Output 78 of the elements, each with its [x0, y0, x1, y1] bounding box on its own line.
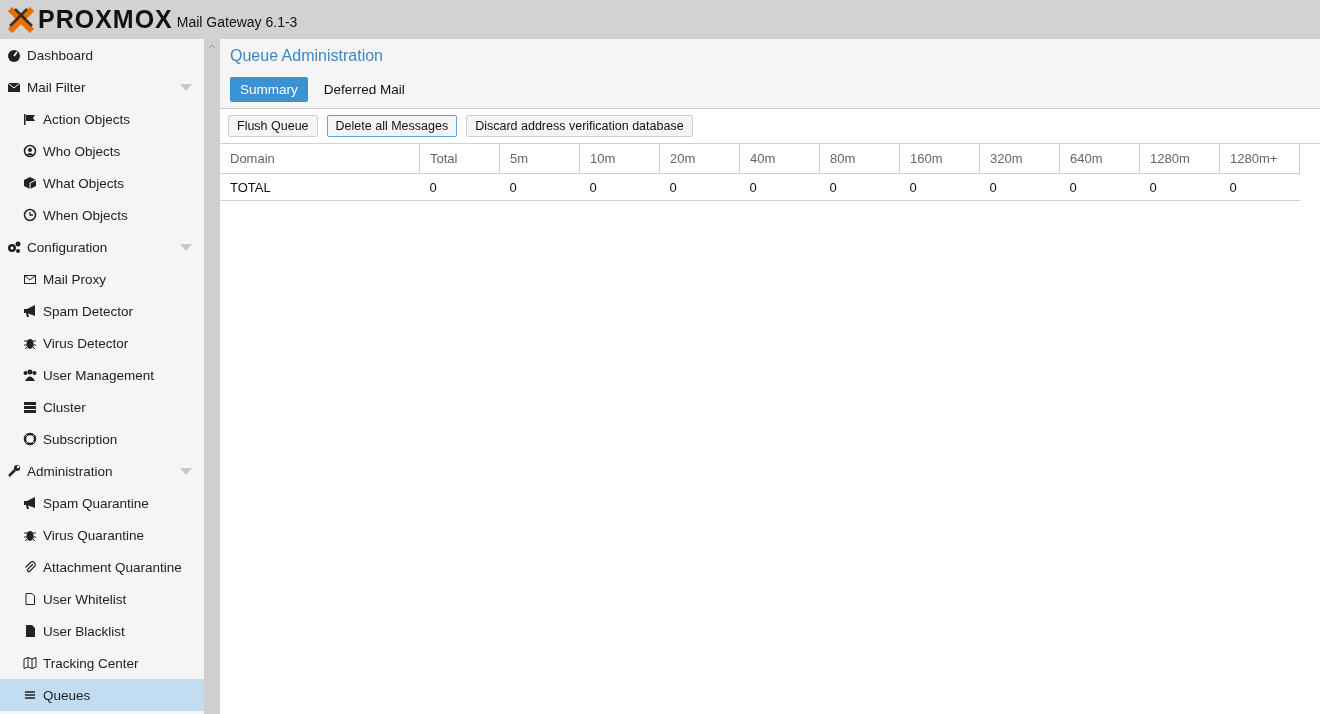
dashboard-icon	[7, 48, 21, 62]
column-header[interactable]: 160m	[899, 144, 980, 174]
sidebar-item[interactable]: Virus Detector	[0, 327, 204, 359]
column-header[interactable]: 1280m	[1139, 144, 1220, 174]
clock-icon	[23, 208, 37, 222]
column-header[interactable]: Domain	[220, 144, 420, 174]
table-cell: 0	[419, 173, 500, 201]
sidebar-item[interactable]: Who Objects	[0, 135, 204, 167]
sidebar-item[interactable]: Configuration	[0, 231, 204, 263]
sidebar-item[interactable]: What Objects	[0, 167, 204, 199]
column-header[interactable]: 640m	[1059, 144, 1140, 174]
megaphone-icon	[23, 304, 37, 318]
sidebar-item[interactable]: Spam Quarantine	[0, 487, 204, 519]
sidebar-item[interactable]: Administration	[0, 455, 204, 487]
sidebar-item[interactable]: Mail Filter	[0, 71, 204, 103]
table-cell: 0	[739, 173, 820, 201]
user-circle-icon	[23, 144, 37, 158]
envelope-outline-icon	[23, 272, 37, 286]
megaphone-icon	[23, 496, 37, 510]
sidebar-item[interactable]: User Whitelist	[0, 583, 204, 615]
caret-icon[interactable]	[180, 243, 192, 251]
bug-icon	[23, 528, 37, 542]
table-cell: 0	[659, 173, 740, 201]
caret-icon[interactable]	[180, 83, 192, 91]
wrench-icon	[7, 464, 21, 478]
sidebar-item[interactable]: User Management	[0, 359, 204, 391]
users-icon	[23, 368, 37, 382]
sidebar-item[interactable]: Mail Proxy	[0, 263, 204, 295]
column-header[interactable]: 40m	[739, 144, 820, 174]
bug-icon	[23, 336, 37, 350]
column-header[interactable]: 20m	[659, 144, 740, 174]
sidebar-item[interactable]: Tracking Center	[0, 647, 204, 679]
sidebar-item[interactable]: Action Objects	[0, 103, 204, 135]
file-icon	[23, 624, 37, 638]
toolbar-button[interactable]: Delete all Messages	[326, 115, 458, 137]
sidebar-item[interactable]: User Blacklist	[0, 615, 204, 647]
logo-icon	[8, 6, 34, 33]
panel-title: Queue Administration	[230, 47, 383, 65]
table-cell: 0	[499, 173, 580, 201]
column-header[interactable]: Total	[419, 144, 500, 174]
list-icon	[23, 688, 37, 702]
table-cell: 0	[819, 173, 900, 201]
product-name: Mail Gateway 6.1-3	[176, 13, 298, 30]
caret-icon[interactable]	[180, 467, 192, 475]
scrollbar[interactable]	[204, 39, 220, 714]
column-header[interactable]: 80m	[819, 144, 900, 174]
toolbar-button[interactable]: Discard address verification database	[466, 115, 693, 137]
cube-icon	[23, 176, 37, 190]
table-cell: 0	[1059, 173, 1140, 201]
sidebar-item[interactable]: Spam Detector	[0, 295, 204, 327]
map-icon	[23, 656, 37, 670]
sidebar-item[interactable]: Queues	[0, 679, 204, 711]
toolbar-button[interactable]: Flush Queue	[228, 115, 318, 137]
tab[interactable]: Deferred Mail	[313, 77, 415, 102]
lifebuoy-icon	[23, 432, 37, 446]
flag-icon	[23, 112, 37, 126]
sidebar-item[interactable]: When Objects	[0, 199, 204, 231]
column-header[interactable]: 10m	[579, 144, 660, 174]
paperclip-icon	[23, 560, 37, 574]
sidebar-item[interactable]: Dashboard	[0, 39, 204, 71]
column-header[interactable]: 320m	[979, 144, 1060, 174]
column-header[interactable]: 1280m+	[1219, 144, 1300, 174]
gears-icon	[7, 240, 21, 254]
table-cell: 0	[899, 173, 980, 201]
table-cell: TOTAL	[220, 173, 420, 201]
column-header[interactable]: 5m	[499, 144, 580, 174]
table-cell: 0	[979, 173, 1060, 201]
envelope-icon	[7, 80, 21, 94]
sidebar-item[interactable]: Virus Quarantine	[0, 519, 204, 551]
table-cell: 0	[1139, 173, 1220, 201]
file-outline-icon	[23, 592, 37, 606]
server-icon	[23, 400, 37, 414]
table-cell: 0	[1219, 173, 1300, 201]
sidebar-item[interactable]: Attachment Quarantine	[0, 551, 204, 583]
logo-text: PROXMOX	[38, 5, 173, 34]
sidebar-item[interactable]: Cluster	[0, 391, 204, 423]
sidebar-item[interactable]: Subscription	[0, 423, 204, 455]
table-cell: 0	[579, 173, 660, 201]
